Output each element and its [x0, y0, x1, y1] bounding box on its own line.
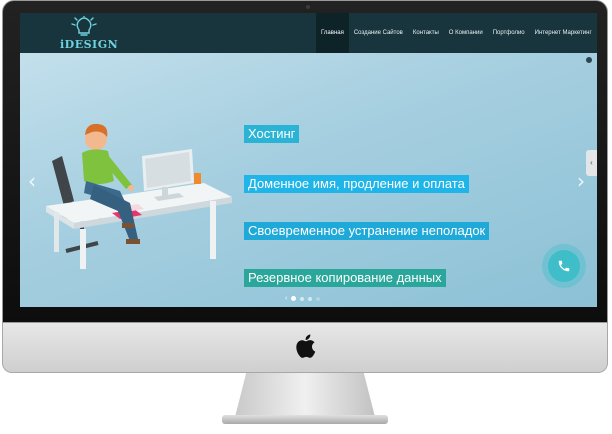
- nav-item-contacts[interactable]: Контакты: [408, 13, 444, 53]
- slider-pager: ‹: [285, 295, 321, 302]
- pager-dot-1[interactable]: [291, 296, 297, 301]
- feature-troubleshooting: Своевременное устранение неполадок: [244, 222, 490, 240]
- pager-dot-2[interactable]: [300, 296, 305, 301]
- website-screen: iDESIGN Главная Создание Сайтов Контакты…: [20, 13, 597, 307]
- phone-icon: [558, 260, 570, 272]
- nav-item-website-creation[interactable]: Создание Сайтов: [349, 13, 408, 53]
- lightbulb-icon: [71, 16, 97, 36]
- scroll-indicator: [586, 57, 592, 63]
- monitor-stand-base: [222, 415, 388, 424]
- hero-illustration: [46, 123, 232, 269]
- pager-dot-4[interactable]: [316, 296, 321, 301]
- pager-dot-3[interactable]: [308, 296, 313, 301]
- feature-domain: Доменное имя, продление и оплата: [244, 175, 469, 193]
- side-panel-tab[interactable]: ‹: [586, 150, 597, 176]
- call-button[interactable]: [542, 244, 586, 288]
- desk: [46, 183, 232, 269]
- slider-next-arrow[interactable]: ›: [577, 171, 585, 191]
- pager-prev-arrow[interactable]: ‹: [285, 295, 287, 302]
- slider-prev-arrow[interactable]: ‹: [28, 171, 36, 191]
- logo[interactable]: iDESIGN: [60, 16, 119, 52]
- nav-item-internet-marketing[interactable]: Интернет Маркетинг: [530, 13, 597, 53]
- apple-logo-icon: [296, 334, 316, 358]
- feature-backup: Резервное копирование данных: [244, 269, 446, 287]
- logo-text: iDESIGN: [60, 38, 119, 51]
- nav-item-portfolio[interactable]: Портфолио: [488, 13, 530, 53]
- feature-hosting: Хостинг: [244, 125, 300, 143]
- monitor-stand: [235, 373, 375, 417]
- camera-icon: [306, 5, 310, 9]
- nav-item-about[interactable]: О Компании: [444, 13, 488, 53]
- cup: [194, 173, 201, 184]
- navbar: iDESIGN Главная Создание Сайтов Контакты…: [20, 13, 597, 53]
- call-button-inner[interactable]: [548, 250, 580, 282]
- nav-item-home[interactable]: Главная: [316, 13, 349, 53]
- main-nav: Главная Создание Сайтов Контакты О Компа…: [316, 13, 597, 53]
